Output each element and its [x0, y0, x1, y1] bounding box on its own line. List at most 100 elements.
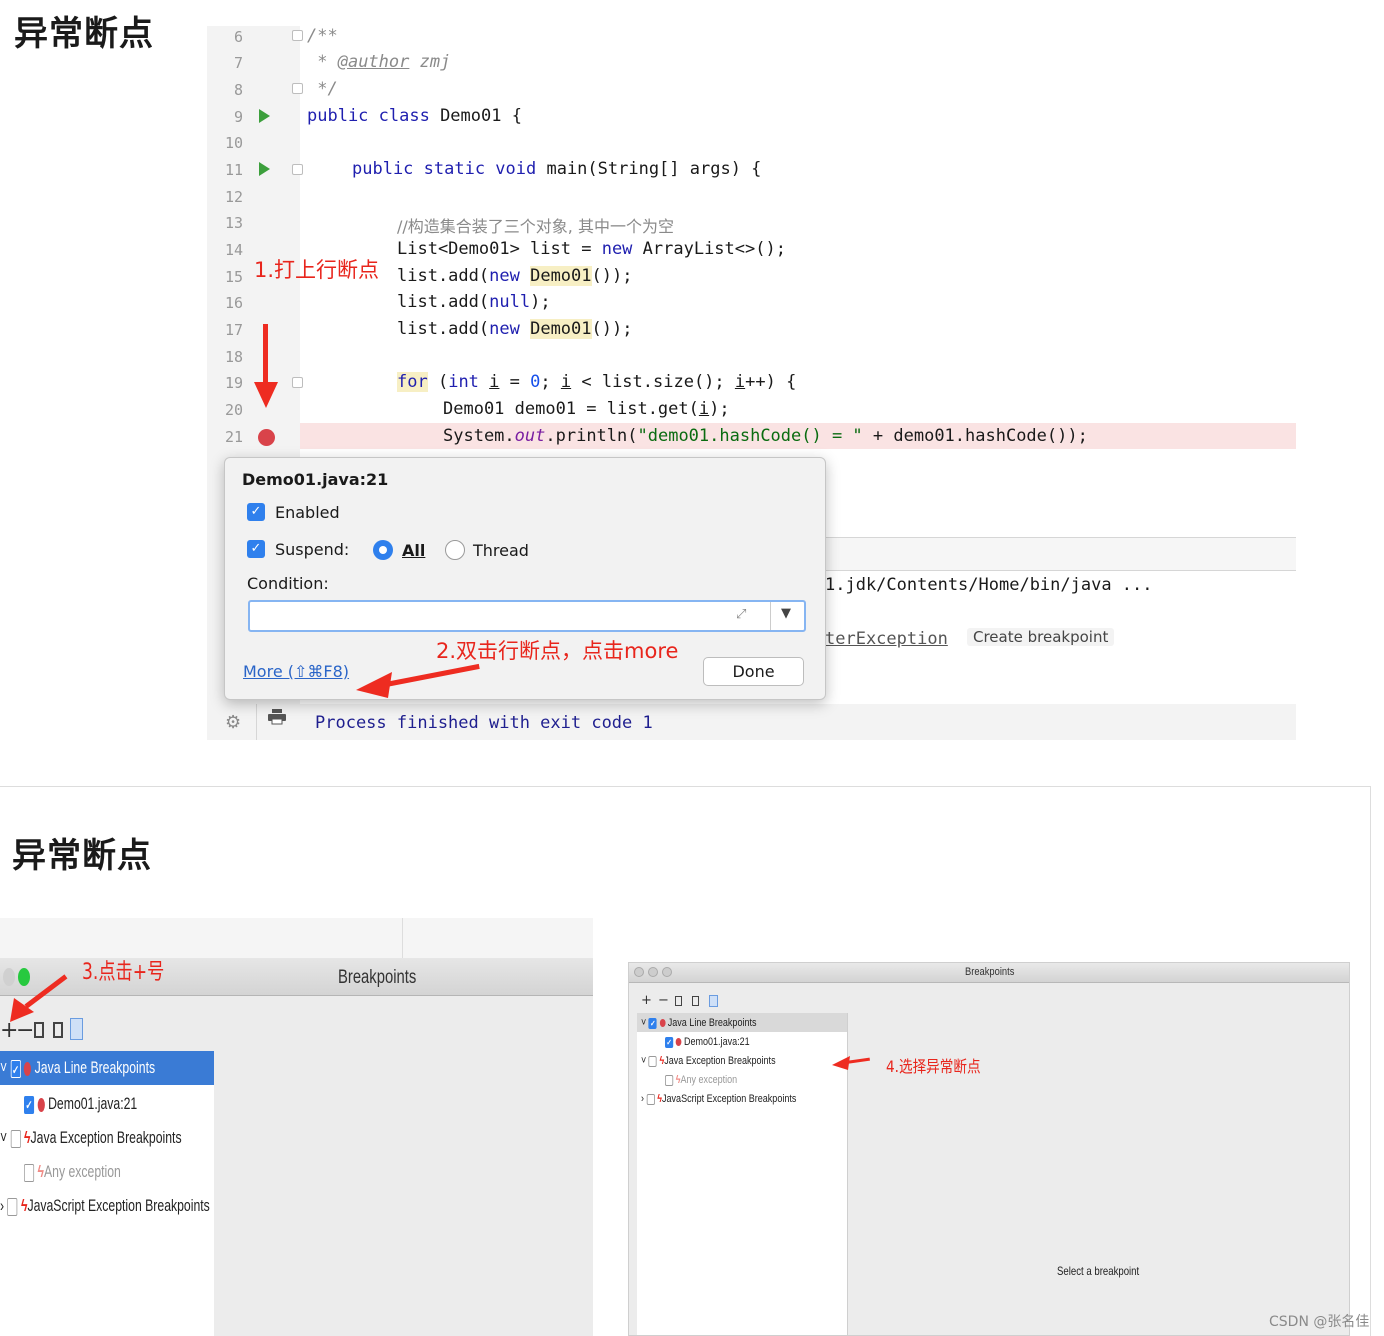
line-number: 7: [233, 54, 243, 72]
suspend-checkbox[interactable]: ✓: [247, 540, 265, 558]
code-line-16: list.add(null);: [397, 292, 551, 312]
chevron-right-icon[interactable]: ›: [0, 1196, 7, 1215]
annotation-step-3: 3.点击+号: [82, 960, 165, 985]
code-line-9: public class Demo01 {: [307, 106, 522, 126]
group-by-icon[interactable]: [675, 996, 682, 1006]
suspend-label: Suspend:: [275, 540, 350, 559]
tree-row-java-line[interactable]: ˅ ✓ Java Line Breakpoints: [0, 1058, 155, 1078]
settings-gear-icon[interactable]: ⚙: [225, 712, 241, 733]
suspend-all-radio[interactable]: [373, 540, 393, 560]
window-title-bar[interactable]: Breakpoints: [629, 963, 1349, 983]
checkbox-checked[interactable]: ✓: [648, 1017, 657, 1029]
annotation-step-1: 1.打上行断点: [254, 258, 380, 282]
condition-input[interactable]: ⤢ ▼: [248, 600, 806, 632]
exception-link[interactable]: terException: [825, 629, 948, 649]
expand-icon[interactable]: ⤢: [736, 607, 746, 622]
code-line-13: //构造集合装了三个对象, 其中一个为空: [397, 217, 674, 236]
code-line-11: public static void main(String[] args) {: [352, 159, 762, 179]
window-title: Breakpoints: [338, 967, 417, 988]
checkbox-unchecked[interactable]: [7, 1197, 18, 1216]
code-line-7: * @author zmj: [307, 52, 451, 72]
line-number: 6: [233, 28, 243, 46]
line-number: 15: [224, 268, 243, 286]
tree-row-demo[interactable]: ✓ Demo01.java:21: [665, 1036, 750, 1048]
checkbox-unchecked[interactable]: [665, 1074, 674, 1086]
right-border: [1370, 786, 1371, 1336]
group-by-package-icon[interactable]: [70, 1018, 83, 1040]
tree-row-demo[interactable]: ✓ Demo01.java:21: [24, 1094, 137, 1114]
chevron-down-icon[interactable]: ˅: [641, 1055, 649, 1067]
line-number: 20: [224, 401, 243, 419]
condition-label: Condition:: [247, 574, 329, 593]
fold-icon[interactable]: [292, 83, 303, 94]
checkbox-unchecked[interactable]: [648, 1055, 657, 1067]
tree-row-java-exception[interactable]: ˅ ϟJava Exception Breakpoints: [641, 1055, 776, 1067]
chevron-down-icon[interactable]: ▼: [781, 606, 791, 621]
checkbox-unchecked[interactable]: [646, 1093, 655, 1105]
create-breakpoint-link[interactable]: Create breakpoint: [967, 628, 1115, 646]
line-number: 21: [224, 428, 243, 446]
checkbox-checked[interactable]: ✓: [665, 1036, 674, 1048]
add-breakpoint-button[interactable]: +: [641, 993, 652, 1008]
group-by-class-icon[interactable]: [53, 1022, 63, 1038]
line-number: 13: [224, 214, 243, 232]
more-link[interactable]: More (⇧⌘F8): [243, 662, 349, 681]
tree-row-any-exception[interactable]: ϟAny exception: [24, 1162, 121, 1182]
checkbox-unchecked[interactable]: [10, 1129, 21, 1148]
section-heading-top: 异常断点: [14, 14, 154, 54]
code-line-6: /**: [307, 26, 338, 46]
fold-icon[interactable]: [292, 30, 303, 41]
code-line-15: list.add(new Demo01());: [397, 266, 633, 286]
suspend-all-label: All: [402, 541, 426, 560]
window-title: Breakpoints: [965, 966, 1015, 978]
code-line-20: Demo01 demo01 = list.get(i);: [443, 399, 730, 419]
breakpoint-dot-icon: [675, 1038, 682, 1047]
tree-row-java-exception[interactable]: ˅ ϟJava Exception Breakpoints: [0, 1128, 182, 1148]
tree-row-java-line[interactable]: ˅ ✓ Java Line Breakpoints: [641, 1017, 756, 1029]
suspend-thread-radio[interactable]: [445, 540, 465, 560]
checkbox-checked[interactable]: ✓: [10, 1059, 21, 1078]
breakpoint-icon[interactable]: [258, 429, 275, 446]
group-by-class-icon[interactable]: [692, 996, 699, 1006]
popup-title: Demo01.java:21: [242, 470, 389, 489]
window-minimize-button[interactable]: [648, 967, 658, 977]
done-button[interactable]: Done: [703, 657, 804, 686]
checkbox-unchecked[interactable]: [24, 1163, 35, 1182]
window-zoom-button[interactable]: [662, 967, 672, 977]
line-number: 18: [224, 348, 243, 366]
suspend-thread-label: Thread: [473, 541, 529, 560]
breakpoints-window[interactable]: Breakpoints + − ˅ ✓ Java Line Breakpoint…: [628, 962, 1350, 1336]
checkbox-checked[interactable]: ✓: [24, 1095, 35, 1114]
dropdown-divider: [770, 602, 771, 630]
chevron-down-icon[interactable]: ˅: [0, 1128, 11, 1147]
annotation-step-2: 2.双击行断点，点击more: [436, 639, 679, 663]
line-number: 12: [224, 188, 243, 206]
group-by-icon[interactable]: [34, 1022, 44, 1038]
line-number: 8: [233, 81, 243, 99]
window-close-button[interactable]: [634, 967, 644, 977]
breakpoint-dot-icon: [659, 1019, 666, 1028]
remove-breakpoint-button[interactable]: −: [658, 993, 669, 1008]
group-by-package-icon[interactable]: [709, 995, 718, 1007]
run-gutter-icon[interactable]: [259, 162, 270, 176]
section-heading-bottom: 异常断点: [12, 836, 152, 876]
run-tool-bar: ⚙ Process finished with exit code 1: [207, 704, 1296, 740]
window-button-gray[interactable]: [3, 968, 15, 986]
run-gutter-icon[interactable]: [259, 109, 270, 123]
enabled-checkbox[interactable]: ✓: [247, 503, 265, 521]
tree-row-js-exception[interactable]: › ϟJavaScript Exception Breakpoints: [0, 1196, 210, 1216]
fold-icon[interactable]: [292, 164, 303, 175]
fold-icon[interactable]: [292, 377, 303, 388]
run-command-path: 1.jdk/Contents/Home/bin/java ...: [825, 575, 1153, 595]
chevron-down-icon[interactable]: ˅: [0, 1058, 11, 1077]
tree-row-any-exception[interactable]: ϟAny exception: [665, 1074, 737, 1086]
line-number: 14: [224, 241, 243, 259]
chevron-right-icon[interactable]: ›: [641, 1093, 647, 1105]
line-number: 17: [224, 321, 243, 339]
tree-row-js-exception[interactable]: › ϟJavaScript Exception Breakpoints: [641, 1093, 796, 1105]
process-finished-message: Process finished with exit code 1: [315, 713, 653, 733]
print-icon[interactable]: [267, 709, 287, 725]
window-zoom-button[interactable]: [18, 968, 30, 986]
chevron-down-icon[interactable]: ˅: [641, 1017, 649, 1029]
footer-credit: CSDN @张名佳: [1269, 1314, 1370, 1330]
